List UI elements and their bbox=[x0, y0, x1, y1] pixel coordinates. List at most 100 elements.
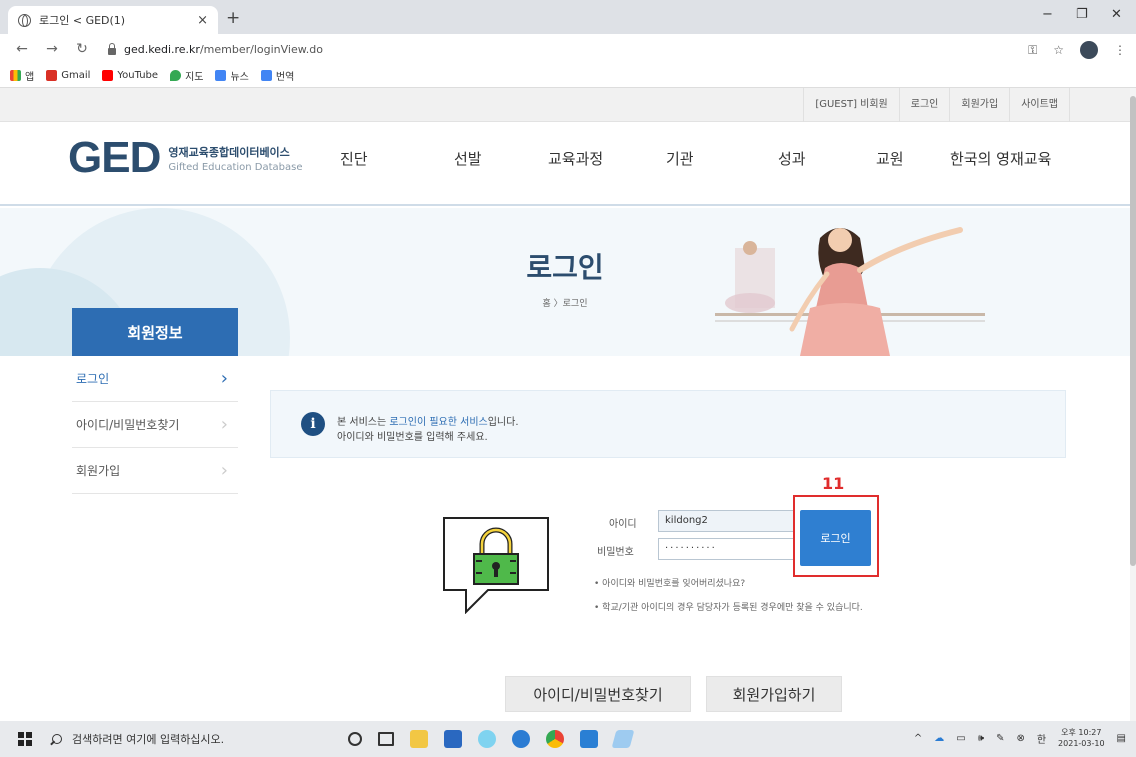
mail-icon[interactable] bbox=[444, 730, 462, 748]
edge-icon[interactable] bbox=[512, 730, 530, 748]
taskbar-clock[interactable]: 오후 10:27 2021-03-10 bbox=[1058, 727, 1105, 749]
lnb-item-label: 아이디/비밀번호찾기 bbox=[76, 418, 180, 432]
util-sitemap-link[interactable]: 사이트맵 bbox=[1009, 88, 1070, 122]
side-nav: 로그인 › 아이디/비밀번호찾기 › 회원가입 › bbox=[72, 356, 238, 494]
paint-icon[interactable] bbox=[611, 730, 635, 748]
notice-text: 본 서비스는 bbox=[337, 417, 390, 428]
tab-close-button[interactable]: × bbox=[197, 13, 208, 28]
bookmark-label: 번역 bbox=[275, 72, 295, 83]
bookmark-label: 지도 bbox=[185, 72, 204, 83]
password-input[interactable]: ·········· bbox=[658, 538, 794, 560]
notice-box: i 본 서비스는 로그인이 필요한 서비스입니다. 아이디와 비밀번호를 입력해… bbox=[270, 390, 1066, 458]
close-window-button[interactable]: ✕ bbox=[1111, 7, 1122, 22]
find-account-button[interactable]: 아이디/비밀번호찾기 bbox=[505, 676, 691, 712]
pen-icon[interactable]: ✎ bbox=[996, 733, 1004, 744]
speaker-icon[interactable]: 🕪 bbox=[978, 733, 984, 744]
ballerina-illustration bbox=[715, 227, 985, 356]
star-icon[interactable]: ☆ bbox=[1053, 43, 1064, 57]
notice-line-1: 본 서비스는 로그인이 필요한 서비스입니다. bbox=[337, 413, 519, 428]
cloud-icon[interactable]: ☁ bbox=[934, 733, 944, 744]
site-header: GED 영재교육종합데이터베이스 Gifted Education Databa… bbox=[0, 122, 1130, 206]
nav-outcome[interactable]: 성과 bbox=[778, 148, 876, 169]
site-logo[interactable]: GED 영재교육종합데이터베이스 Gifted Education Databa… bbox=[68, 136, 303, 180]
bookmark-translate[interactable]: 번역 bbox=[260, 68, 295, 83]
bookmarks-bar: 앱 Gmail YouTube 지도 뉴스 번역 bbox=[0, 64, 1136, 88]
task-view-icon[interactable] bbox=[378, 732, 394, 746]
school-account-note: • 학교/기관 아이디의 경우 담당자가 등록된 경우에만 찾을 수 있습니다. bbox=[594, 603, 863, 613]
battery-icon[interactable]: ▭ bbox=[956, 733, 965, 744]
scrollbar-thumb[interactable] bbox=[1130, 96, 1136, 566]
bookmark-apps[interactable]: 앱 bbox=[10, 68, 34, 83]
cortana-icon[interactable] bbox=[348, 732, 362, 746]
notice-text: 입니다. bbox=[487, 417, 519, 428]
bookmark-label: 앱 bbox=[25, 72, 35, 83]
taskbar-search-placeholder: 검색하려면 여기에 입력하십시오. bbox=[72, 733, 225, 746]
notice-line-2: 아이디와 비밀번호를 입력해 주세요. bbox=[337, 432, 488, 443]
nav-curriculum[interactable]: 교육과정 bbox=[548, 148, 666, 169]
bookmark-news[interactable]: 뉴스 bbox=[215, 68, 249, 83]
utility-bar: [GUEST] 비회원 로그인 회원가입 사이트맵 bbox=[0, 88, 1130, 122]
cancel-icon[interactable]: ⊗ bbox=[1016, 733, 1024, 744]
logo-english: Gifted Education Database bbox=[168, 161, 303, 173]
util-guest: [GUEST] 비회원 bbox=[803, 88, 898, 122]
clock-date: 2021-03-10 bbox=[1058, 739, 1105, 748]
notice-highlight: 로그인이 필요한 서비스 bbox=[389, 417, 488, 428]
ime-indicator[interactable]: 한 bbox=[1037, 731, 1046, 746]
lnb-item-login[interactable]: 로그인 › bbox=[72, 356, 238, 402]
system-tray: ^ ☁ ▭ 🕪 ✎ ⊗ 한 오후 10:27 2021-03-10 ▤ bbox=[914, 727, 1126, 749]
browser-tab[interactable]: 로그인 < GED(1) × bbox=[8, 6, 218, 34]
logo-korean: 영재교육종합데이터베이스 bbox=[168, 145, 290, 159]
nav-diagnosis[interactable]: 진단 bbox=[340, 148, 454, 169]
lock-icon[interactable] bbox=[108, 42, 116, 55]
back-icon[interactable]: ← bbox=[14, 41, 30, 57]
nav-korea-gifted[interactable]: 한국의 영재교육 bbox=[950, 148, 1051, 169]
youtube-icon bbox=[102, 70, 114, 81]
apps-icon bbox=[10, 70, 21, 81]
lnb-item-find-account[interactable]: 아이디/비밀번호찾기 › bbox=[72, 402, 238, 448]
lnb-item-label: 로그인 bbox=[76, 372, 110, 386]
util-join-link[interactable]: 회원가입 bbox=[949, 88, 1009, 122]
util-login-link[interactable]: 로그인 bbox=[898, 88, 950, 122]
menu-dots-icon[interactable]: ⋮ bbox=[1114, 43, 1126, 57]
address-bar: ← → ↻ ged.kedi.re.kr/member/loginView.do… bbox=[0, 34, 1136, 64]
minimize-button[interactable]: − bbox=[1042, 7, 1053, 22]
profile-avatar[interactable] bbox=[1080, 41, 1098, 59]
windows-start-icon[interactable] bbox=[18, 732, 32, 746]
url-field[interactable]: ged.kedi.re.kr/member/loginView.do bbox=[124, 43, 323, 56]
taskbar-search[interactable]: 검색하려면 여기에 입력하십시오. bbox=[52, 731, 312, 747]
chevron-right-icon: › bbox=[220, 460, 228, 481]
edge-legacy-icon[interactable] bbox=[478, 730, 496, 748]
lnb-item-join[interactable]: 회원가입 › bbox=[72, 448, 238, 494]
key-icon[interactable]: ⚿ bbox=[1028, 43, 1037, 58]
forward-icon[interactable]: → bbox=[44, 41, 60, 57]
lock-illustration bbox=[443, 517, 549, 614]
bookmark-youtube[interactable]: YouTube bbox=[102, 70, 158, 81]
url-path: /member/loginView.do bbox=[199, 42, 323, 56]
browser-titlebar: 로그인 < GED(1) × + − ❐ ✕ bbox=[0, 0, 1136, 34]
globe-icon bbox=[18, 13, 31, 27]
lnb-item-label: 회원가입 bbox=[76, 464, 121, 478]
maximize-button[interactable]: ❐ bbox=[1076, 7, 1088, 22]
join-button[interactable]: 회원가입하기 bbox=[706, 676, 842, 712]
windows-taskbar: 검색하려면 여기에 입력하십시오. ^ ☁ ▭ 🕪 ✎ ⊗ 한 오후 10:27… bbox=[0, 721, 1136, 757]
nav-teacher[interactable]: 교원 bbox=[876, 148, 950, 169]
chevron-right-icon: › bbox=[220, 414, 228, 435]
new-tab-button[interactable]: + bbox=[226, 8, 240, 28]
id-label: 아이디 bbox=[609, 519, 637, 530]
id-input[interactable]: kildong2 bbox=[658, 510, 794, 532]
app-icon[interactable] bbox=[580, 730, 598, 748]
reload-icon[interactable]: ↻ bbox=[74, 41, 90, 57]
translate-icon bbox=[260, 70, 272, 81]
bookmark-gmail[interactable]: Gmail bbox=[46, 70, 90, 81]
bookmark-maps[interactable]: 지도 bbox=[170, 68, 203, 83]
notification-icon[interactable]: ▤ bbox=[1117, 733, 1126, 744]
forgot-credentials-text[interactable]: • 아이디와 비밀번호를 잊어버리셨나요? bbox=[594, 576, 745, 589]
file-explorer-icon[interactable] bbox=[410, 730, 428, 748]
nav-institution[interactable]: 기관 bbox=[666, 148, 778, 169]
nav-selection[interactable]: 선발 bbox=[454, 148, 548, 169]
chrome-icon[interactable] bbox=[546, 730, 564, 748]
bookmark-label: 뉴스 bbox=[230, 72, 249, 83]
url-host: ged.kedi.re.kr bbox=[124, 42, 200, 56]
chevron-up-icon[interactable]: ^ bbox=[914, 733, 922, 744]
lnb-title: 회원정보 bbox=[72, 308, 238, 356]
